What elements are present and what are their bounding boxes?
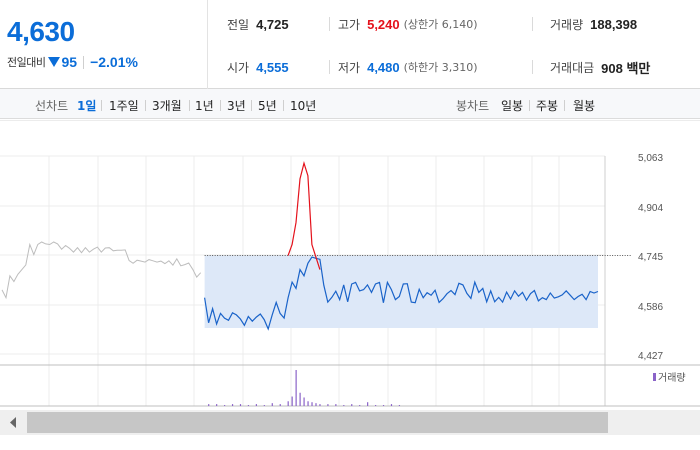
stat-label: 시가: [227, 60, 250, 75]
volume-bar: [279, 404, 281, 406]
stat-amount: 거래대금 908 백만: [550, 59, 651, 76]
stat-label: 저가: [338, 60, 361, 75]
period-10y[interactable]: 10년: [290, 97, 316, 114]
current-price: 4,630: [7, 16, 75, 47]
divider: [83, 55, 85, 69]
divider: [532, 60, 533, 74]
volume-bar: [263, 405, 265, 406]
volume-bar: [216, 404, 218, 406]
candle-monthly[interactable]: 월봉: [573, 97, 595, 114]
stat-limit: (상한가 6,140): [403, 18, 478, 31]
stat-value: 188,398: [590, 16, 638, 32]
divider: [101, 100, 102, 111]
volume-bar: [359, 405, 361, 406]
price-chart[interactable]: 5,063 4,904 4,745 4,586 4,427 거래량: [0, 120, 700, 450]
divider: [529, 100, 530, 111]
period-1y[interactable]: 1년: [195, 97, 214, 114]
price-box: 4,630 전일대비 95 −2.01%: [0, 0, 208, 89]
volume-bar: [299, 392, 301, 406]
stat-label: 전일: [227, 17, 250, 32]
chart-scrollbar[interactable]: [0, 410, 700, 435]
prev-day-line: [1, 241, 202, 300]
volume-bar: [351, 404, 353, 406]
y-tick-label: 4,904: [638, 203, 663, 214]
volume-bar: [208, 404, 210, 406]
divider: [189, 100, 190, 111]
divider: [532, 17, 533, 31]
volume-bar: [303, 397, 305, 406]
volume-bar: [307, 401, 309, 406]
volume-bar: [224, 405, 226, 406]
period-5y[interactable]: 5년: [258, 97, 277, 114]
change-row: 전일대비 95 −2.01%: [7, 53, 138, 71]
stat-label: 고가: [338, 17, 361, 32]
volume-bar: [239, 404, 242, 406]
quote-header: 4,630 전일대비 95 −2.01% 전일 4,725 고가 5,240 (…: [0, 0, 700, 89]
change-amount: 95: [61, 54, 78, 70]
volume-bar: [271, 403, 273, 406]
candle-daily[interactable]: 일봉: [501, 97, 523, 114]
divider: [564, 100, 565, 111]
volume-legend-label: 거래량: [658, 372, 686, 384]
period-1d[interactable]: 1일: [77, 97, 96, 114]
down-triangle-icon: [48, 57, 61, 67]
volume-legend: 거래량: [653, 372, 686, 384]
stat-label: 거래량: [550, 17, 584, 32]
volume-bar: [367, 402, 369, 406]
divider: [329, 17, 330, 31]
volume-bar: [398, 405, 401, 406]
divider: [283, 100, 284, 111]
scrollbar-thumb[interactable]: [27, 412, 608, 433]
period-bar: 선차트 1일 1주일 3개월 1년 3년 5년 10년 봉차트 일봉 주봉 월봉: [0, 89, 700, 119]
period-3y[interactable]: 3년: [227, 97, 246, 114]
volume-bar: [390, 404, 393, 406]
y-tick-label: 5,063: [638, 153, 663, 164]
plot-area: [1, 161, 632, 331]
y-tick-label: 4,586: [638, 302, 663, 313]
stat-limit: (하한가 3,310): [403, 61, 478, 74]
volume-legend-swatch: [653, 373, 656, 381]
divider: [329, 60, 330, 74]
stat-value: 4,725: [256, 16, 289, 32]
change-label: 전일대비: [7, 56, 46, 69]
stat-label: 거래대금: [550, 60, 595, 75]
stat-value: 908 백만: [601, 60, 651, 76]
stat-high: 고가 5,240 (상한가 6,140): [338, 16, 478, 32]
volume-bar: [319, 404, 321, 406]
candle-chart-label: 봉차트: [456, 99, 490, 113]
volume-bar: [311, 402, 313, 406]
stat-open: 시가 4,555: [227, 59, 289, 75]
y-tick-label: 4,745: [638, 252, 663, 263]
stat-value: 4,555: [256, 59, 289, 75]
period-3m[interactable]: 3개월: [152, 97, 182, 114]
y-axis-labels: 5,063 4,904 4,745 4,586 4,427: [638, 153, 663, 362]
volume-bar: [247, 405, 250, 406]
volume-bars: [208, 370, 401, 406]
volume-bar: [287, 401, 289, 406]
stat-prev-close: 전일 4,725: [227, 16, 289, 32]
candle-weekly[interactable]: 주봉: [536, 97, 558, 114]
change-percent: −2.01%: [90, 54, 138, 70]
volume-bar: [231, 404, 234, 406]
volume-bar: [327, 404, 329, 406]
divider: [251, 100, 252, 111]
stat-low: 저가 4,480 (하한가 3,310): [338, 59, 478, 75]
volume-bar: [374, 405, 377, 406]
volume-bar: [382, 405, 385, 406]
volume-bar: [291, 396, 293, 406]
stat-value: 5,240: [367, 16, 400, 32]
stat-value: 4,480: [367, 59, 400, 75]
divider: [220, 100, 221, 111]
volume-bar: [343, 405, 345, 406]
stat-volume: 거래량 188,398: [550, 16, 637, 32]
above-prev-close-line: [287, 161, 321, 270]
line-chart-label: 선차트: [35, 99, 69, 113]
divider: [145, 100, 146, 111]
volume-bar: [315, 403, 317, 406]
volume-bar: [255, 404, 257, 406]
period-1w[interactable]: 1주일: [109, 97, 139, 114]
y-tick-label: 4,427: [638, 351, 663, 362]
volume-bar: [295, 370, 297, 406]
volume-bar: [335, 404, 337, 406]
